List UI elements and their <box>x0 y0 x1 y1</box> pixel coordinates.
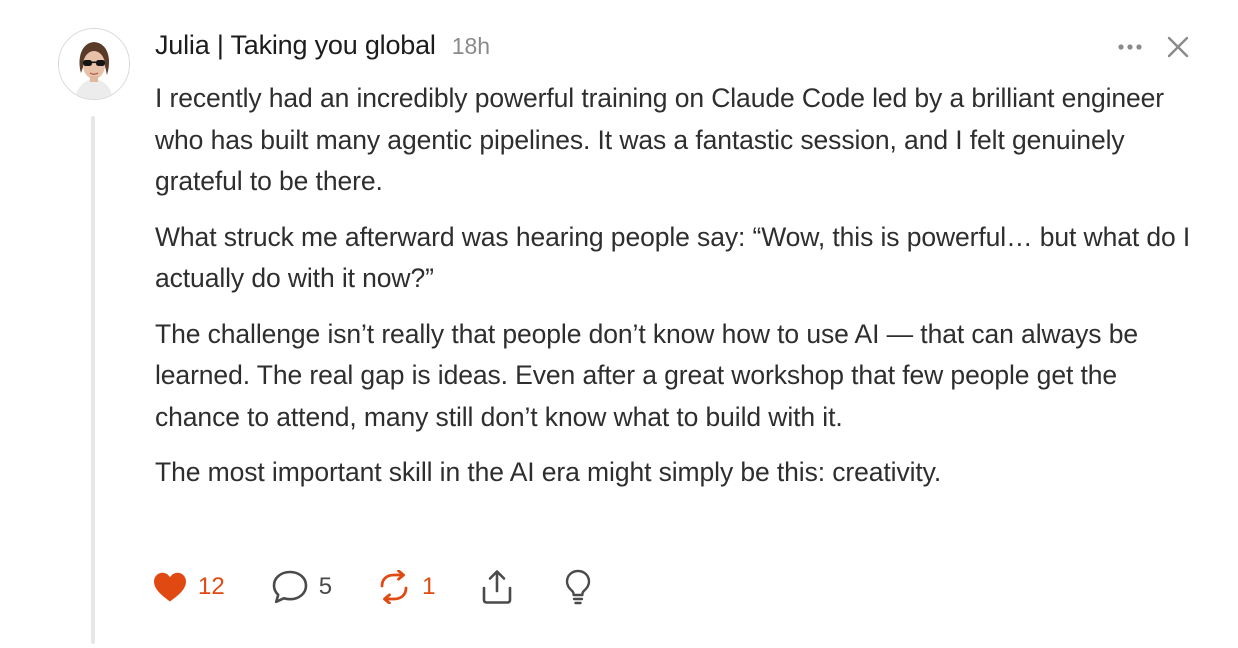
repost-count: 1 <box>422 573 436 600</box>
post-timestamp: 18h <box>451 33 491 59</box>
post-card: Julia | Taking you global 18h I recently… <box>0 0 1238 648</box>
action-bar: 12 5 1 <box>152 566 593 608</box>
reply-button[interactable]: 5 <box>271 566 332 608</box>
reply-count: 5 <box>318 573 333 600</box>
like-count: 12 <box>198 573 225 600</box>
comment-bubble-icon <box>272 570 308 604</box>
post-paragraph: The challenge isn’t really that people d… <box>155 318 1138 432</box>
post-header: Julia | Taking you global 18h <box>155 30 490 66</box>
insights-button[interactable] <box>563 566 593 608</box>
repost-icon <box>380 570 408 604</box>
share-icon <box>483 570 512 604</box>
close-icon <box>1167 36 1189 58</box>
more-horizontal-icon <box>1118 44 1142 50</box>
avatar-image <box>59 29 129 99</box>
post-paragraph: I recently had an incredibly powerful tr… <box>155 83 1165 196</box>
repost-button[interactable]: 1 <box>376 566 435 608</box>
post-paragraph: What struck me afterward was hearing peo… <box>155 221 1191 294</box>
like-button[interactable]: 12 <box>152 566 225 608</box>
more-options-button[interactable] <box>1112 32 1148 62</box>
share-button[interactable] <box>479 566 515 608</box>
post-body: I recently had an incredibly powerful tr… <box>155 78 1205 508</box>
post-paragraph: The most important skill in the AI era m… <box>155 457 942 487</box>
thread-line <box>91 116 95 644</box>
close-button[interactable] <box>1162 31 1194 63</box>
author-name[interactable]: Julia | Taking you global <box>155 30 436 61</box>
heart-icon <box>154 572 186 602</box>
lightbulb-icon <box>566 569 591 605</box>
avatar[interactable] <box>58 28 130 100</box>
